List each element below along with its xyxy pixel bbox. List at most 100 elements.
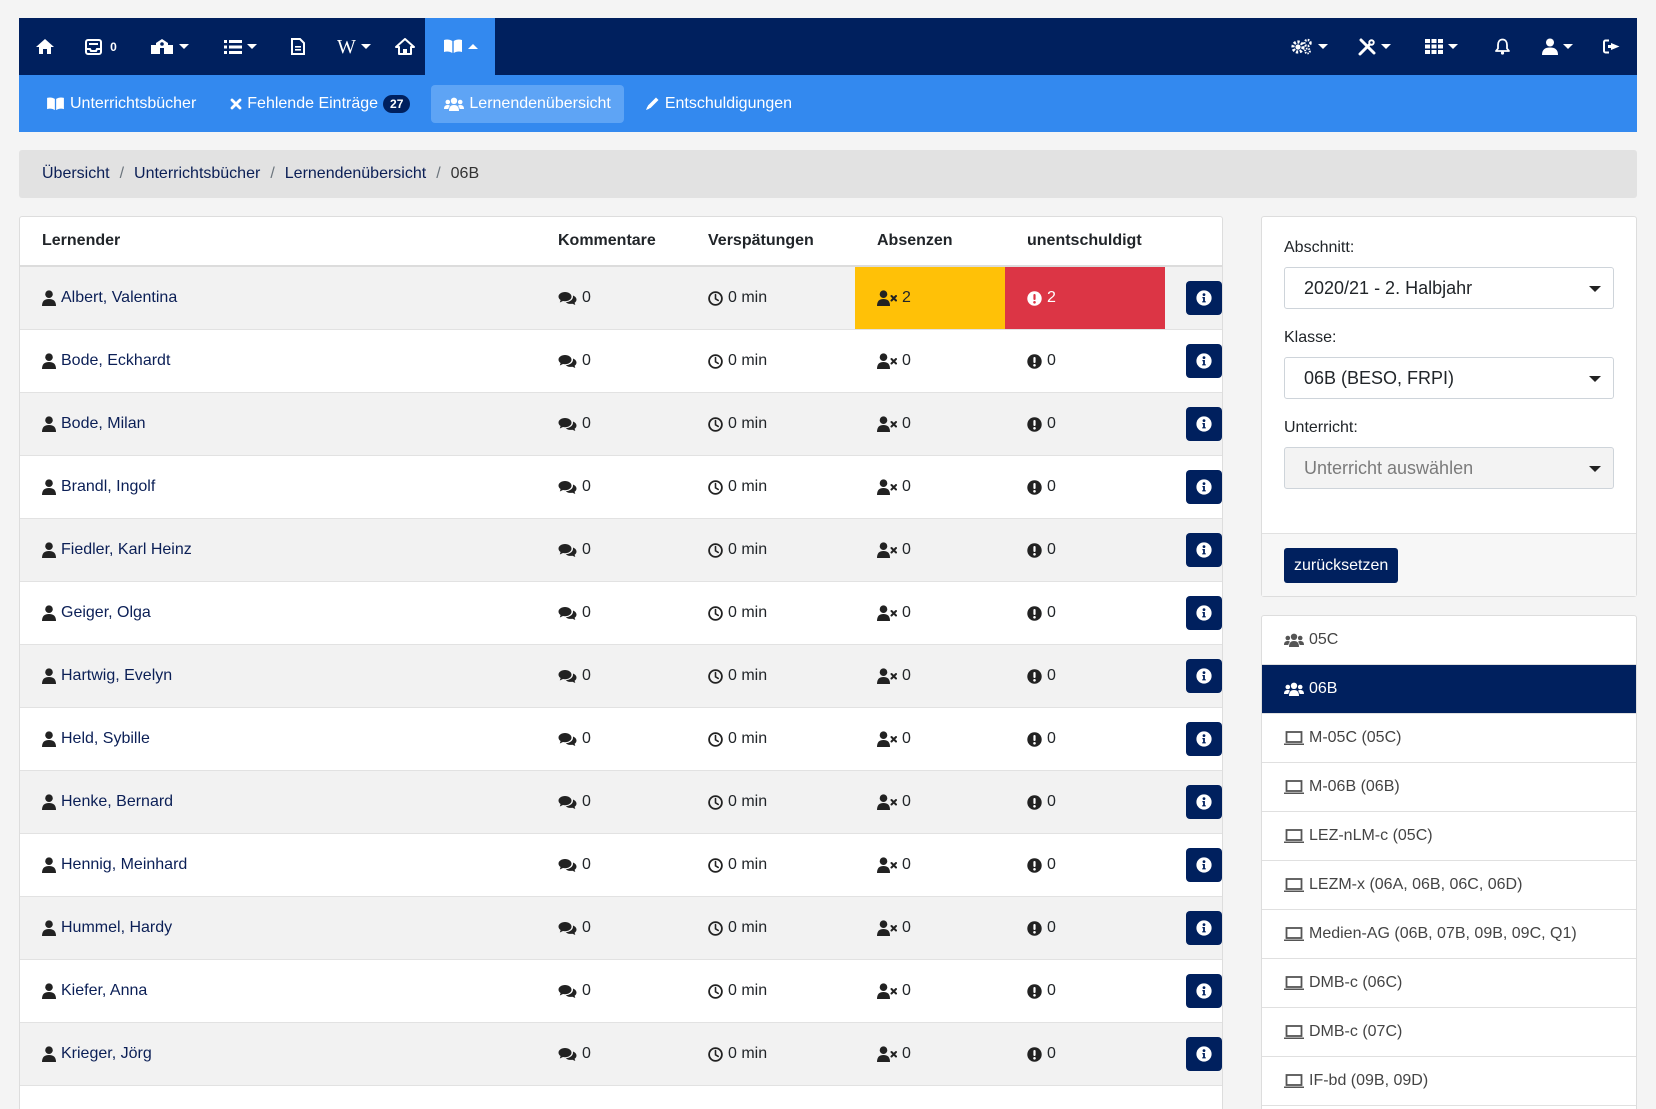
- exclamation-circle-icon: [1027, 857, 1042, 873]
- comments-icon: [558, 795, 577, 810]
- student-info-button[interactable]: [1186, 911, 1222, 945]
- comments-cell: 0: [555, 834, 705, 896]
- absences-count: 0: [902, 730, 911, 747]
- comments-icon: [558, 543, 577, 558]
- student-info-button[interactable]: [1186, 470, 1222, 504]
- group-list-item[interactable]: Medien-AG (06B, 07B, 09B, 09C, Q1): [1262, 910, 1636, 959]
- unexcused-count: 0: [1047, 1045, 1056, 1062]
- user-nav-dropdown[interactable]: [1527, 18, 1587, 75]
- absences-cell: 2: [855, 267, 1005, 329]
- missing-entries-badge: 27: [383, 94, 411, 113]
- filter-card: Abschnitt: 2020/21 - 2. Halbjahr Klasse:…: [1261, 216, 1637, 597]
- group-list-item[interactable]: M-05C (05C): [1262, 714, 1636, 763]
- student-info-button[interactable]: [1186, 848, 1222, 882]
- tools-nav-dropdown[interactable]: [1343, 18, 1405, 75]
- student-table: Lernender Kommentare Verspätungen Absenz…: [19, 216, 1223, 1109]
- student-name-link[interactable]: Hummel, Hardy: [61, 919, 172, 937]
- header-absenzen[interactable]: Absenzen: [855, 232, 1005, 250]
- absences-cell: 0: [855, 1023, 1005, 1085]
- group-list-item[interactable]: IF-bd (09B, 09D): [1262, 1057, 1636, 1106]
- logout-nav-item[interactable]: [1587, 18, 1637, 75]
- group-list-item[interactable]: LEZM-x (06A, 06B, 06C, 06D): [1262, 861, 1636, 910]
- actions-cell: [1165, 708, 1222, 770]
- exclamation-circle-icon: [1027, 983, 1042, 999]
- sub-navbar: Unterrichtsbücher Fehlende Einträge 27 L…: [19, 75, 1637, 132]
- group-list-item[interactable]: M-06B (06B): [1262, 763, 1636, 812]
- comments-cell: 0: [555, 582, 705, 644]
- student-name-link[interactable]: Fiedler, Karl Heinz: [61, 541, 192, 559]
- late-minutes: 0 min: [728, 982, 768, 999]
- group-list-item[interactable]: 05C: [1262, 616, 1636, 665]
- student-info-button[interactable]: [1186, 281, 1222, 315]
- student-info-button[interactable]: [1186, 596, 1222, 630]
- actions-cell: [1165, 960, 1222, 1022]
- header-unentschuldigt[interactable]: unentschuldigt: [1005, 232, 1165, 250]
- student-info-button[interactable]: [1186, 659, 1222, 693]
- student-name-link[interactable]: Albert, Valentina: [61, 289, 177, 307]
- group-list-item[interactable]: DMB-c (07C): [1262, 1008, 1636, 1057]
- apps-nav-dropdown[interactable]: [1405, 18, 1477, 75]
- student-info-button[interactable]: [1186, 344, 1222, 378]
- document-nav-item[interactable]: [273, 18, 323, 75]
- list-nav-dropdown[interactable]: [207, 18, 273, 75]
- comments-count: 0: [582, 415, 591, 432]
- user-times-icon: [877, 794, 897, 810]
- class-select[interactable]: 06B (BESO, FRPI): [1284, 357, 1614, 399]
- group-list-item[interactable]: LEZ-nLM-c (05C): [1262, 812, 1636, 861]
- notifications-nav-item[interactable]: [1477, 18, 1527, 75]
- wiki-nav-dropdown[interactable]: W: [323, 18, 385, 75]
- group-label: DMB-c (07C): [1309, 1023, 1403, 1040]
- comments-icon: [558, 606, 577, 621]
- student-name-link[interactable]: Brandl, Ingolf: [61, 478, 155, 496]
- student-name-link[interactable]: Held, Sybille: [61, 730, 150, 748]
- book-nav-dropdown[interactable]: [425, 18, 495, 75]
- student-name-link[interactable]: Bode, Milan: [61, 415, 146, 433]
- subnav-item-entschuldigungen[interactable]: Entschuldigungen: [632, 85, 805, 123]
- header-verspaetungen[interactable]: Verspätungen: [705, 232, 855, 250]
- student-name-link[interactable]: Henke, Bernard: [61, 793, 173, 811]
- header-lernender[interactable]: Lernender: [20, 232, 555, 250]
- student-name-link[interactable]: Bode, Eckhardt: [61, 352, 170, 370]
- late-minutes: 0 min: [728, 793, 768, 810]
- subnav-item-unterrichtsbuecher[interactable]: Unterrichtsbücher: [33, 85, 209, 123]
- late-cell: 0 min: [705, 582, 855, 644]
- exclamation-circle-icon: [1027, 668, 1042, 684]
- student-info-button[interactable]: [1186, 785, 1222, 819]
- student-name-link[interactable]: Hennig, Meinhard: [61, 856, 187, 874]
- lesson-select[interactable]: Unterricht auswählen: [1284, 447, 1614, 489]
- student-name-link[interactable]: Kiefer, Anna: [61, 982, 147, 1000]
- table-row: Hummel, Hardy 0 0 min 0 0: [20, 897, 1222, 960]
- comments-cell: 0: [555, 708, 705, 770]
- student-info-button[interactable]: [1186, 974, 1222, 1008]
- user-icon: [42, 353, 56, 369]
- subnav-item-fehlende-eintraege[interactable]: Fehlende Einträge 27: [217, 85, 423, 123]
- class-label: Klasse:: [1284, 329, 1337, 346]
- late-cell: 0 min: [705, 1023, 855, 1085]
- messages-nav-item[interactable]: 0: [71, 18, 131, 75]
- student-name-link[interactable]: Geiger, Olga: [61, 604, 151, 622]
- unexcused-cell: 0: [1005, 582, 1165, 644]
- section-select[interactable]: 2020/21 - 2. Halbjahr: [1284, 267, 1614, 309]
- breadcrumb-link-unterrichtsbuecher[interactable]: Unterrichtsbücher: [134, 165, 260, 183]
- school-nav-dropdown[interactable]: [131, 18, 207, 75]
- header-kommentare[interactable]: Kommentare: [555, 232, 705, 250]
- settings-nav-dropdown[interactable]: [1275, 18, 1343, 75]
- student-name-link[interactable]: Hartwig, Evelyn: [61, 667, 172, 685]
- student-name-link[interactable]: Krieger, Jörg: [61, 1045, 152, 1063]
- home-nav-item[interactable]: [19, 18, 71, 75]
- group-list-item[interactable]: 06B: [1262, 665, 1636, 714]
- absences-count: 0: [902, 1045, 911, 1062]
- student-info-button[interactable]: [1186, 533, 1222, 567]
- house-nav-item[interactable]: [385, 18, 425, 75]
- subnav-item-lernendenuebersicht[interactable]: Lernendenübersicht: [431, 84, 624, 123]
- late-minutes: 0 min: [728, 478, 768, 495]
- late-cell: 0 min: [705, 708, 855, 770]
- student-info-button[interactable]: [1186, 407, 1222, 441]
- breadcrumb-link-lernendenuebersicht[interactable]: Lernendenübersicht: [285, 165, 426, 183]
- student-info-button[interactable]: [1186, 1037, 1222, 1071]
- reset-button[interactable]: zurücksetzen: [1284, 548, 1399, 583]
- breadcrumb-link-uebersicht[interactable]: Übersicht: [42, 165, 110, 183]
- group-list-item[interactable]: DMB-c (06C): [1262, 959, 1636, 1008]
- student-info-button[interactable]: [1186, 722, 1222, 756]
- clock-icon: [708, 416, 723, 432]
